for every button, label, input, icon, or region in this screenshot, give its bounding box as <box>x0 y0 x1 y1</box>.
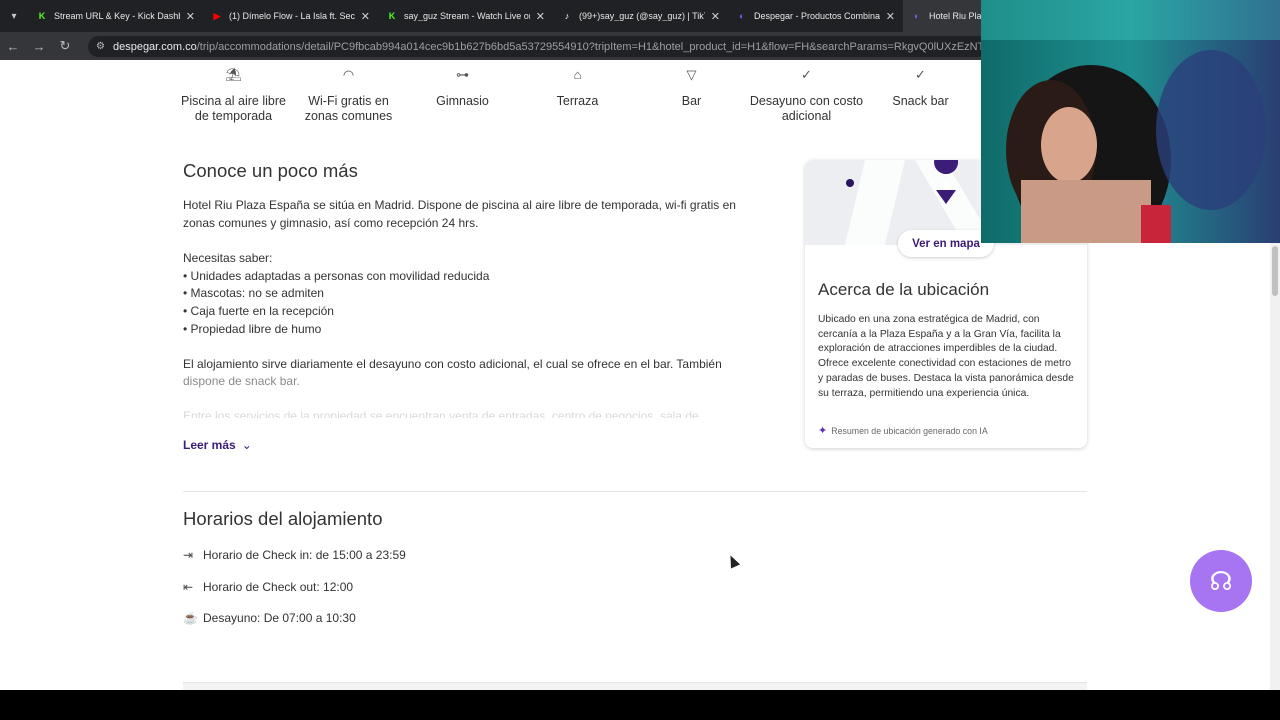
url-path: /trip/accommodations/detail/PC9fbcab994a… <box>196 40 988 53</box>
tab-title: Despegar - Productos Combina <box>754 11 880 21</box>
section-divider <box>183 491 1087 492</box>
amenity-item: ✓ Desayuno con costo adicional <box>749 60 864 124</box>
tab-close-icon[interactable]: ✕ <box>361 10 370 23</box>
tab-title: say_guz Stream - Watch Live on <box>404 11 530 21</box>
reload-icon[interactable]: ↻ <box>52 32 78 60</box>
scrollbar-thumb[interactable] <box>1272 246 1278 296</box>
back-icon[interactable]: ← <box>0 32 26 60</box>
breakfast-hours-text: Desayuno: De 07:00 a 10:30 <box>203 611 356 625</box>
webcam-overlay <box>981 0 1280 243</box>
cocktail-icon: ▽ <box>686 67 697 82</box>
site-info-icon[interactable]: ⚙ <box>96 41 105 52</box>
check-in-text: Horario de Check in: de 15:00 a 23:59 <box>203 548 406 562</box>
support-chat-button[interactable]: ☊ <box>1190 550 1252 612</box>
amenity-label: Terraza <box>556 94 599 108</box>
terrace-icon: ⌂ <box>573 67 582 82</box>
browser-tab[interactable]: ▶ (1) Dímelo Flow - La Isla ft. Sech ✕ <box>203 0 378 32</box>
sparkle-icon: ✦ <box>818 425 828 437</box>
dumbbell-icon: ⊶ <box>456 67 469 82</box>
need-to-know-item: • Mascotas: no se admiten <box>183 286 324 300</box>
read-more-button[interactable]: Leer más ⌄ <box>183 438 252 452</box>
faded-more-text: Entre los servicios de la propiedad se e… <box>183 409 699 418</box>
amenity-item: ⌂ Terraza <box>520 60 635 109</box>
amenity-label: Snack bar <box>892 94 949 108</box>
tab-close-icon[interactable]: ✕ <box>886 10 895 23</box>
location-dot-icon <box>846 179 854 187</box>
amenity-label: Gimnasio <box>436 94 489 108</box>
chevron-down-icon: ⌄ <box>241 438 252 452</box>
location-card-title: Acerca de la ubicación <box>818 280 990 299</box>
tab-close-icon[interactable]: ✕ <box>186 10 195 23</box>
read-more-label: Leer más <box>183 438 236 452</box>
url-field[interactable]: ⚙ despegar.com.co /trip/accommodations/d… <box>88 36 988 57</box>
url-host: despegar.com.co <box>112 40 197 53</box>
breakfast-icon: ☕ <box>183 611 198 625</box>
amenity-label: Bar <box>681 94 702 108</box>
breakfast-text-faded: dispone de snack bar. <box>183 374 300 388</box>
tab-list: K Stream URL & Key - Kick Dashb ✕ ▶ (1) Díme… <box>28 0 1078 32</box>
about-heading: Conoce un poco más <box>183 160 358 181</box>
check-in-icon: ⇥ <box>183 548 194 562</box>
amenity-item: ⊶ Gimnasio <box>405 60 520 109</box>
tab-favicon-icon: ♪ <box>564 11 570 21</box>
check-icon: ✓ <box>915 67 926 82</box>
need-to-know-item: • Caja fuerte en la recepción <box>183 304 334 318</box>
pool-icon: ⛱ <box>225 67 242 82</box>
tab-favicon-icon: ◐ <box>914 11 920 21</box>
ai-note-label: Resumen de ubicación generado con IA <box>831 425 988 436</box>
amenities-row: ⛱ Piscina al aire libre de temporada ◠ Wi-F… <box>176 60 976 140</box>
location-card-text: Ubicado en una zona estratégica de Madri… <box>818 314 1074 399</box>
tab-title: Stream URL & Key - Kick Dashb <box>54 11 180 21</box>
wifi-icon: ◠ <box>342 67 355 82</box>
tab-favicon-icon: ▶ <box>213 10 221 21</box>
tab-title: (1) Dímelo Flow - La Isla ft. Sech <box>229 11 355 21</box>
about-intro: Hotel Riu Plaza España se sitúa en Madri… <box>183 198 736 230</box>
amenity-item: ⛱ Piscina al aire libre de temporada <box>176 60 291 124</box>
check-out-icon: ⇤ <box>183 580 194 594</box>
check-out-row: ⇤ Horario de Check out: 12:00 <box>183 580 353 594</box>
amenity-item: ✓ Snack bar <box>863 60 978 109</box>
tab-search-icon[interactable]: ▾ <box>0 0 28 32</box>
browser-tab[interactable]: Ksay_guz Stream - Watch Live on ✕ <box>378 0 553 32</box>
tab-favicon-icon: K <box>388 11 396 21</box>
breakfast-text: El alojamiento sirve diariamente el desa… <box>183 357 722 371</box>
need-to-know-item: • Propiedad libre de humo <box>183 322 322 336</box>
amenity-label: Wi-Fi gratis en zonas comunes <box>304 94 393 123</box>
browser-tab[interactable]: ◐ Despegar - Productos Combina ✕ <box>728 0 903 32</box>
mouse-cursor <box>725 553 741 569</box>
tab-title: (99+)say_guz (@say_guz) | TikTok <box>579 11 705 21</box>
headset-icon: ☊ <box>1209 565 1233 596</box>
browser-tab[interactable]: ♪ (99+)say_guz (@say_guz) | TikTok ✕ <box>553 0 728 32</box>
amenity-item: ◠ Wi-Fi gratis en zonas comunes <box>291 60 406 124</box>
check-out-text: Horario de Check out: 12:00 <box>203 580 354 594</box>
tab-favicon-icon: ◐ <box>739 11 745 21</box>
forward-icon[interactable]: → <box>26 32 52 60</box>
tab-favicon-icon: K <box>38 11 46 21</box>
tab-close-icon[interactable]: ✕ <box>711 10 720 23</box>
hours-heading: Horarios del alojamiento <box>183 508 383 529</box>
browser-tab[interactable]: K Stream URL & Key - Kick Dashb ✕ <box>28 0 203 32</box>
amenity-label: Desayuno con costo adicional <box>749 94 864 123</box>
webcam-feed-image <box>981 0 1280 243</box>
breakfast-hours-row: ☕ Desayuno: De 07:00 a 10:30 <box>183 611 356 625</box>
view-map-button[interactable]: Ver en mapa <box>898 230 994 257</box>
check-in-row: ⇥ Horario de Check in: de 15:00 a 23:59 <box>183 548 406 562</box>
amenity-label: Piscina al aire libre de temporada <box>181 94 286 123</box>
tab-close-icon[interactable]: ✕ <box>536 10 545 23</box>
check-icon: ✓ <box>801 67 812 82</box>
need-to-know-title: Necesitas saber: <box>183 251 273 265</box>
amenity-item: ▽ Bar <box>634 60 749 109</box>
next-section-panel <box>183 682 1087 690</box>
need-to-know-item: • Unidades adaptadas a personas con movi… <box>183 269 490 283</box>
ai-summary-note: ✦ Resumen de ubicación generado con IA <box>818 424 988 437</box>
